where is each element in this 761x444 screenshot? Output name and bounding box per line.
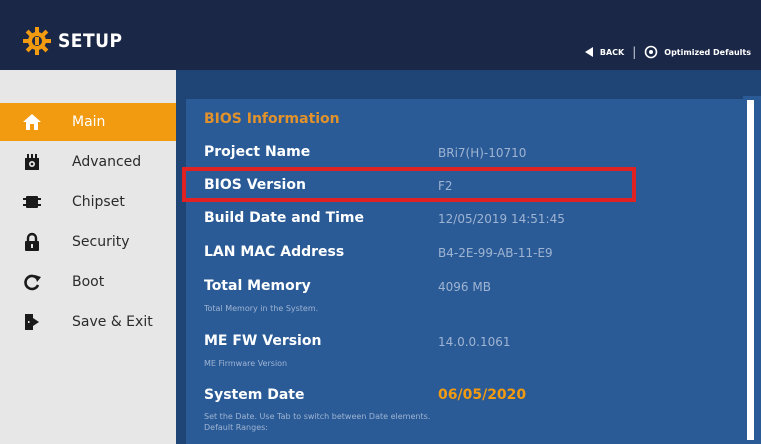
sidebar-item-label: Boot: [72, 274, 105, 290]
back-label: BACK: [599, 47, 625, 57]
sidebar-item-main[interactable]: Main: [0, 103, 176, 141]
optimized-label: Optimized Defaults: [664, 47, 751, 57]
top-bar: SETUP BACK | Optimized Defaults: [0, 0, 761, 70]
chip-icon: [22, 192, 42, 212]
system-date-label[interactable]: System Date: [204, 387, 304, 403]
total-memory-label: Total Memory: [204, 278, 311, 294]
sidebar-item-label: Security: [72, 234, 130, 250]
gear-icon: [23, 27, 51, 55]
me-fw-version-label: ME FW Version: [204, 333, 322, 349]
sidebar-item-chipset[interactable]: Chipset: [0, 183, 176, 221]
scrollbar-thumb[interactable]: [747, 100, 754, 440]
lock-icon: [22, 232, 42, 252]
optimized-defaults-button[interactable]: Optimized Defaults: [644, 45, 751, 59]
sidebar-item-boot[interactable]: Boot: [0, 263, 176, 301]
back-button[interactable]: BACK: [584, 47, 624, 57]
scrollbar[interactable]: [743, 96, 761, 444]
project-name-label: Project Name: [204, 144, 311, 160]
highlight-box: [182, 167, 636, 202]
sidebar-item-label: Advanced: [72, 154, 142, 170]
top-actions: BACK | Optimized Defaults: [584, 43, 751, 61]
sidebar-item-security[interactable]: Security: [0, 223, 176, 261]
exit-door-icon: [22, 312, 42, 332]
lan-mac-label: LAN MAC Address: [204, 244, 345, 260]
home-icon: [22, 112, 42, 132]
total-memory-help: Total Memory in the System.: [204, 304, 319, 313]
divider: |: [632, 45, 637, 59]
build-date-value: 12/05/2019 14:51:45: [438, 212, 565, 226]
system-date-help: Set the Date. Use Tab to switch between …: [204, 412, 431, 421]
me-fw-version-help: ME Firmware Version: [204, 359, 288, 368]
refresh-icon: [22, 272, 42, 292]
back-arrow-icon: [584, 47, 593, 57]
sidebar-item-save-exit[interactable]: Save & Exit: [0, 303, 176, 341]
project-name-value: BRi7(H)-10710: [438, 146, 527, 160]
sidebar-item-advanced[interactable]: Advanced: [0, 143, 176, 181]
sidebar-item-label: Chipset: [72, 194, 125, 210]
lan-mac-value: B4-2E-99-AB-11-E9: [438, 246, 553, 260]
optimize-icon: [644, 45, 658, 59]
chip-gear-icon: [22, 152, 42, 172]
total-memory-value: 4096 MB: [438, 280, 491, 294]
app-title: SETUP: [58, 30, 123, 52]
build-date-label: Build Date and Time: [204, 210, 365, 226]
section-title: BIOS Information: [204, 111, 340, 127]
system-date-help-ranges: Default Ranges:: [204, 423, 268, 432]
sidebar: Main Advanced Chipset Security Boot Save…: [0, 70, 176, 444]
me-fw-version-value: 14.0.0.1061: [438, 335, 511, 349]
sidebar-item-label: Save & Exit: [72, 314, 153, 330]
system-date-value[interactable]: 06/05/2020: [438, 387, 526, 403]
sidebar-item-label: Main: [72, 114, 106, 130]
main-content: BIOS Information Project Name BRi7(H)-10…: [176, 70, 761, 444]
